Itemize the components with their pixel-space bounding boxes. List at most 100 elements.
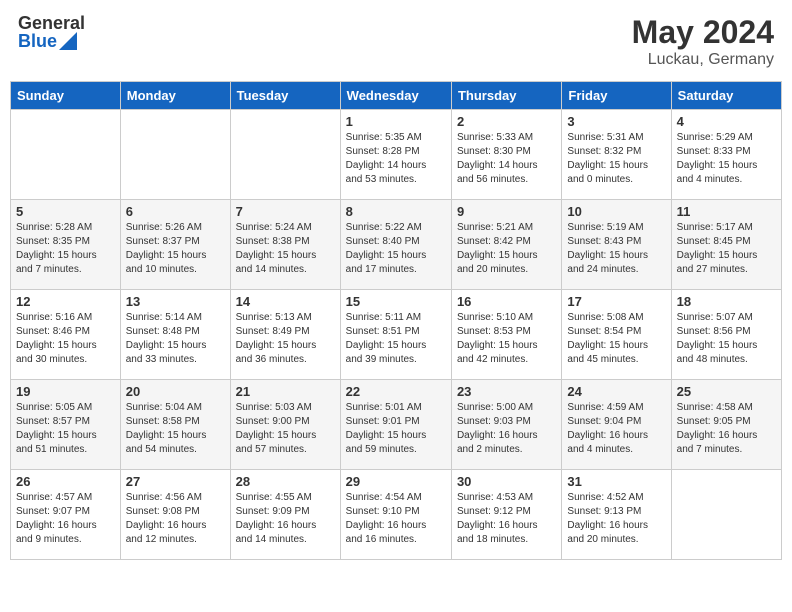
- page-header: General Blue May 2024 Luckau, Germany: [10, 10, 782, 73]
- logo-blue: Blue: [18, 32, 57, 50]
- calendar-cell: 13 Sunrise: 5:14 AM Sunset: 8:48 PM Dayli…: [120, 290, 230, 380]
- calendar-cell: 11Sunrise: 5:17 AM Sunset: 8:45 PM Dayli…: [671, 200, 781, 290]
- day-number: 5: [16, 204, 115, 219]
- day-number: 30: [457, 474, 556, 489]
- calendar-cell: 30Sunrise: 4:53 AM Sunset: 9:12 PM Dayli…: [451, 470, 561, 560]
- day-info: Sunrise: 5:16 AM Sunset: 8:46 PM Dayligh…: [16, 311, 115, 367]
- calendar-week-row: 26Sunrise: 4:57 AM Sunset: 9:07 PM Dayli…: [11, 470, 782, 560]
- day-info: Sunrise: 4:54 AM Sunset: 9:10 PM Dayligh…: [346, 491, 446, 547]
- calendar-cell: 26Sunrise: 4:57 AM Sunset: 9:07 PM Dayli…: [11, 470, 121, 560]
- calendar-week-row: 12 Sunrise: 5:16 AM Sunset: 8:46 PM Dayli…: [11, 290, 782, 380]
- day-info: Sunrise: 5:28 AM Sunset: 8:35 PM Dayligh…: [16, 221, 115, 277]
- calendar-cell: 18Sunrise: 5:07 AM Sunset: 8:56 PM Dayli…: [671, 290, 781, 380]
- calendar-cell: 4 Sunrise: 5:29 AM Sunset: 8:33 PM Daylig…: [671, 110, 781, 200]
- day-info: Sunrise: 5:19 AM Sunset: 8:43 PM Dayligh…: [567, 221, 665, 277]
- day-number: 28: [236, 474, 335, 489]
- day-number: 8: [346, 204, 446, 219]
- day-info: Sunrise: 5:21 AM Sunset: 8:42 PM Dayligh…: [457, 221, 556, 277]
- day-number: 11: [677, 204, 776, 219]
- day-info: Sunrise: 4:57 AM Sunset: 9:07 PM Dayligh…: [16, 491, 115, 547]
- calendar-cell: 7Sunrise: 5:24 AM Sunset: 8:38 PM Daylig…: [230, 200, 340, 290]
- day-info: Sunrise: 4:59 AM Sunset: 9:04 PM Dayligh…: [567, 401, 665, 457]
- month-title: May 2024: [632, 14, 774, 51]
- day-number: 6: [126, 204, 225, 219]
- day-number: 19: [16, 384, 115, 399]
- day-number: 7: [236, 204, 335, 219]
- day-number: 22: [346, 384, 446, 399]
- day-info: Sunrise: 5:04 AM Sunset: 8:58 PM Dayligh…: [126, 401, 225, 457]
- calendar-cell: [11, 110, 121, 200]
- calendar-table: SundayMondayTuesdayWednesdayThursdayFrid…: [10, 81, 782, 560]
- day-info: Sunrise: 5:03 AM Sunset: 9:00 PM Dayligh…: [236, 401, 335, 457]
- day-info: Sunrise: 5:07 AM Sunset: 8:56 PM Dayligh…: [677, 311, 776, 367]
- day-number: 24: [567, 384, 665, 399]
- day-number: 1: [346, 114, 446, 129]
- calendar-cell: 27 Sunrise: 4:56 AM Sunset: 9:08 PM Dayli…: [120, 470, 230, 560]
- calendar-cell: 29Sunrise: 4:54 AM Sunset: 9:10 PM Dayli…: [340, 470, 451, 560]
- logo-icon: [59, 32, 77, 50]
- logo-general: General: [18, 14, 85, 32]
- day-info: Sunrise: 5:13 AM Sunset: 8:49 PM Dayligh…: [236, 311, 335, 367]
- calendar-cell: 28 Sunrise: 4:55 AM Sunset: 9:09 PM Dayli…: [230, 470, 340, 560]
- day-number: 15: [346, 294, 446, 309]
- day-number: 25: [677, 384, 776, 399]
- day-info: Sunrise: 4:58 AM Sunset: 9:05 PM Dayligh…: [677, 401, 776, 457]
- logo: General Blue: [18, 14, 85, 50]
- calendar-cell: 21Sunrise: 5:03 AM Sunset: 9:00 PM Dayli…: [230, 380, 340, 470]
- calendar-cell: 5 Sunrise: 5:28 AM Sunset: 8:35 PM Daylig…: [11, 200, 121, 290]
- day-info: Sunrise: 4:56 AM Sunset: 9:08 PM Dayligh…: [126, 491, 225, 547]
- calendar-cell: 14 Sunrise: 5:13 AM Sunset: 8:49 PM Dayli…: [230, 290, 340, 380]
- day-number: 9: [457, 204, 556, 219]
- calendar-cell: 12 Sunrise: 5:16 AM Sunset: 8:46 PM Dayli…: [11, 290, 121, 380]
- location-title: Luckau, Germany: [632, 51, 774, 69]
- calendar-cell: [230, 110, 340, 200]
- calendar-cell: 8 Sunrise: 5:22 AM Sunset: 8:40 PM Daylig…: [340, 200, 451, 290]
- day-info: Sunrise: 5:22 AM Sunset: 8:40 PM Dayligh…: [346, 221, 446, 277]
- calendar-cell: 15 Sunrise: 5:11 AM Sunset: 8:51 PM Dayli…: [340, 290, 451, 380]
- calendar-cell: 9 Sunrise: 5:21 AM Sunset: 8:42 PM Daylig…: [451, 200, 561, 290]
- calendar-cell: 31Sunrise: 4:52 AM Sunset: 9:13 PM Dayli…: [562, 470, 671, 560]
- calendar-cell: 2Sunrise: 5:33 AM Sunset: 8:30 PM Daylig…: [451, 110, 561, 200]
- calendar-cell: 6 Sunrise: 5:26 AM Sunset: 8:37 PM Daylig…: [120, 200, 230, 290]
- day-info: Sunrise: 5:31 AM Sunset: 8:32 PM Dayligh…: [567, 131, 665, 187]
- day-number: 13: [126, 294, 225, 309]
- day-info: Sunrise: 5:11 AM Sunset: 8:51 PM Dayligh…: [346, 311, 446, 367]
- title-block: May 2024 Luckau, Germany: [632, 14, 774, 69]
- day-number: 31: [567, 474, 665, 489]
- calendar-cell: 23 Sunrise: 5:00 AM Sunset: 9:03 PM Dayli…: [451, 380, 561, 470]
- day-info: Sunrise: 5:29 AM Sunset: 8:33 PM Dayligh…: [677, 131, 776, 187]
- calendar-week-row: 1Sunrise: 5:35 AM Sunset: 8:28 PM Daylig…: [11, 110, 782, 200]
- day-info: Sunrise: 5:10 AM Sunset: 8:53 PM Dayligh…: [457, 311, 556, 367]
- day-number: 27: [126, 474, 225, 489]
- day-number: 4: [677, 114, 776, 129]
- calendar-cell: 17Sunrise: 5:08 AM Sunset: 8:54 PM Dayli…: [562, 290, 671, 380]
- weekday-header: Friday: [562, 82, 671, 110]
- calendar-cell: 22 Sunrise: 5:01 AM Sunset: 9:01 PM Dayli…: [340, 380, 451, 470]
- calendar-cell: 3 Sunrise: 5:31 AM Sunset: 8:32 PM Daylig…: [562, 110, 671, 200]
- weekday-header: Tuesday: [230, 82, 340, 110]
- day-number: 20: [126, 384, 225, 399]
- calendar-cell: 1Sunrise: 5:35 AM Sunset: 8:28 PM Daylig…: [340, 110, 451, 200]
- calendar-cell: 19 Sunrise: 5:05 AM Sunset: 8:57 PM Dayli…: [11, 380, 121, 470]
- calendar-cell: [671, 470, 781, 560]
- weekday-header: Saturday: [671, 82, 781, 110]
- day-info: Sunrise: 5:26 AM Sunset: 8:37 PM Dayligh…: [126, 221, 225, 277]
- calendar-cell: 16Sunrise: 5:10 AM Sunset: 8:53 PM Dayli…: [451, 290, 561, 380]
- logo-text: General Blue: [18, 14, 85, 50]
- day-number: 14: [236, 294, 335, 309]
- weekday-header: Monday: [120, 82, 230, 110]
- day-info: Sunrise: 5:05 AM Sunset: 8:57 PM Dayligh…: [16, 401, 115, 457]
- calendar-cell: 20 Sunrise: 5:04 AM Sunset: 8:58 PM Dayli…: [120, 380, 230, 470]
- day-info: Sunrise: 5:00 AM Sunset: 9:03 PM Dayligh…: [457, 401, 556, 457]
- day-number: 12: [16, 294, 115, 309]
- day-info: Sunrise: 4:55 AM Sunset: 9:09 PM Dayligh…: [236, 491, 335, 547]
- day-info: Sunrise: 5:01 AM Sunset: 9:01 PM Dayligh…: [346, 401, 446, 457]
- day-number: 23: [457, 384, 556, 399]
- calendar-header-row: SundayMondayTuesdayWednesdayThursdayFrid…: [11, 82, 782, 110]
- day-number: 3: [567, 114, 665, 129]
- weekday-header: Thursday: [451, 82, 561, 110]
- day-info: Sunrise: 5:14 AM Sunset: 8:48 PM Dayligh…: [126, 311, 225, 367]
- calendar-cell: 25 Sunrise: 4:58 AM Sunset: 9:05 PM Dayli…: [671, 380, 781, 470]
- day-info: Sunrise: 5:33 AM Sunset: 8:30 PM Dayligh…: [457, 131, 556, 187]
- calendar-week-row: 5 Sunrise: 5:28 AM Sunset: 8:35 PM Daylig…: [11, 200, 782, 290]
